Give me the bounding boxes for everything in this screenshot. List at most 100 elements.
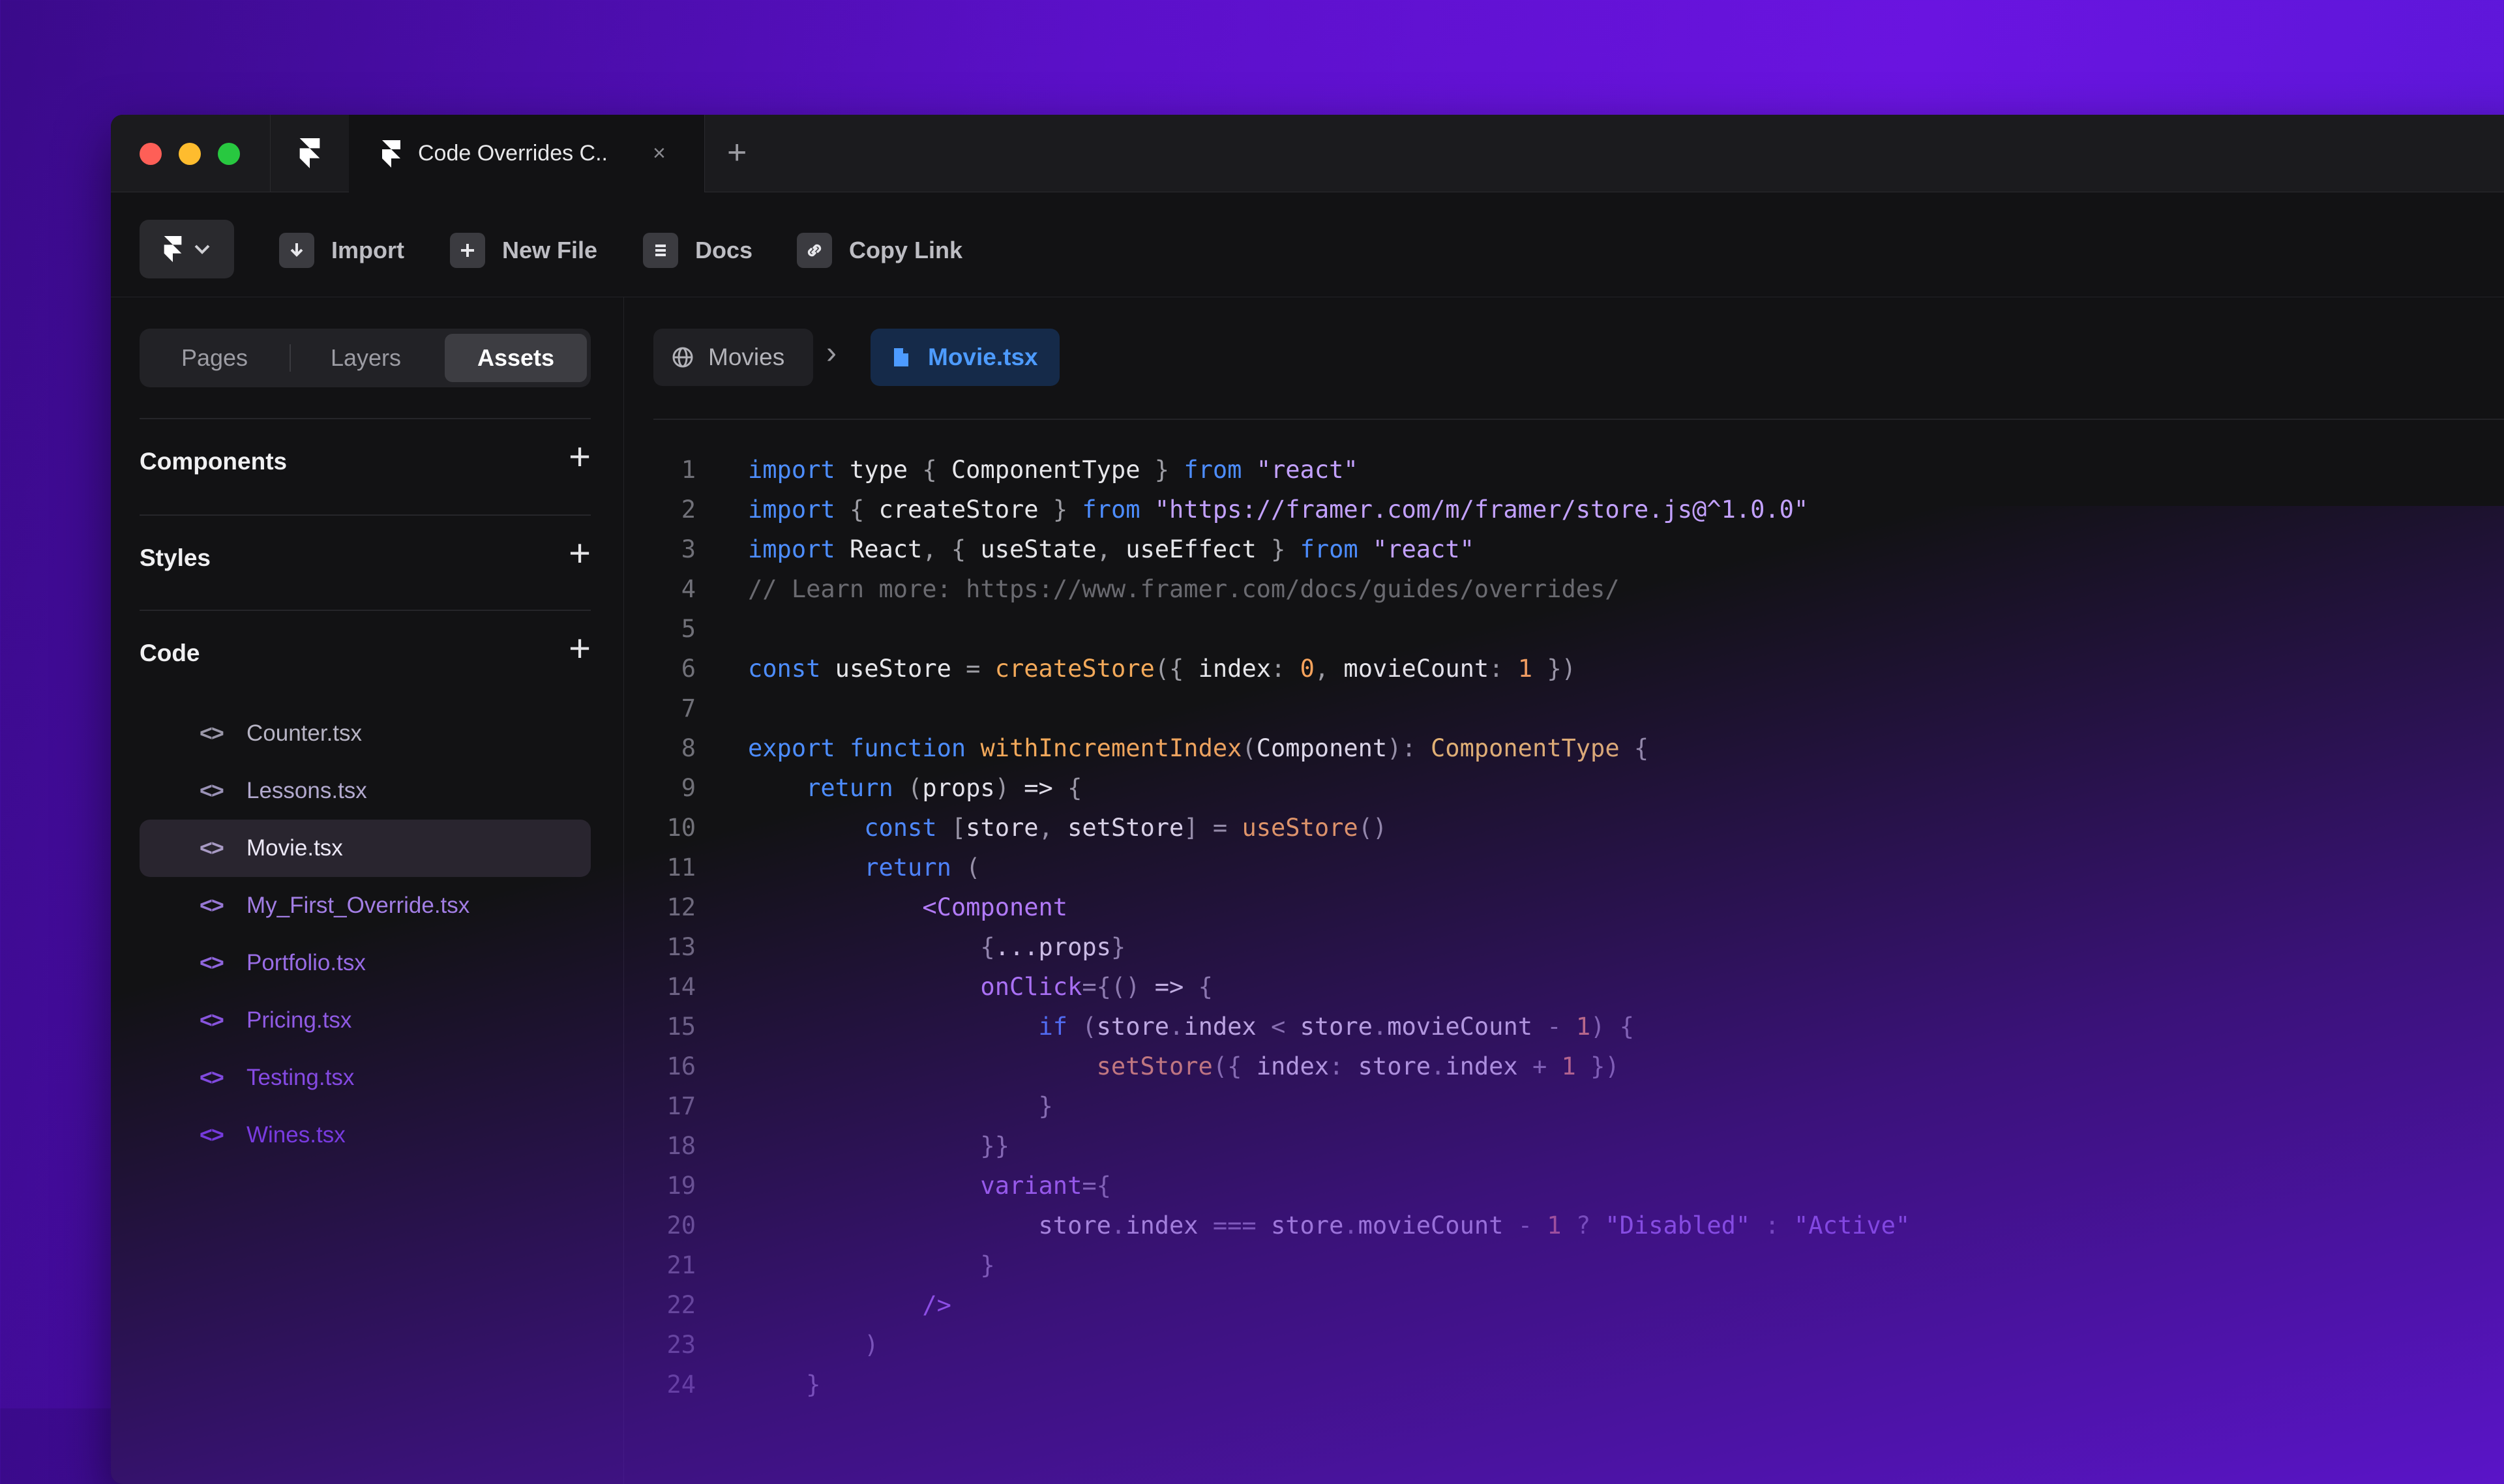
code-line: 19 variant={ <box>624 1166 1110 1206</box>
code-line: 18 }} <box>624 1126 1009 1166</box>
code-line: 22 /> <box>624 1285 951 1325</box>
file-item[interactable]: <> Counter.tsx <box>140 705 591 762</box>
breadcrumb-folder[interactable]: Movies <box>653 329 813 386</box>
breadcrumb-file-label: Movie.tsx <box>928 344 1038 370</box>
file-name: Portfolio.tsx <box>246 950 366 975</box>
docs-button[interactable]: Docs <box>643 233 753 268</box>
file-item[interactable]: <> Lessons.tsx <box>140 762 591 820</box>
plus-icon <box>450 233 485 268</box>
code-line: 9 return (props) => { <box>624 768 1082 808</box>
file-name: Counter.tsx <box>246 720 363 746</box>
new-tab-button[interactable]: + <box>727 133 747 172</box>
line-number: 11 <box>666 853 696 882</box>
code-line: 1 import type { ComponentType } from "rea… <box>624 450 1358 490</box>
components-section: Components + <box>140 418 591 516</box>
code-line: 4// Learn more: https://www.framer.com/d… <box>624 569 1620 609</box>
import-button[interactable]: Import <box>279 233 404 268</box>
maximize-window-button[interactable] <box>218 143 240 165</box>
copy-link-button[interactable]: Copy Link <box>797 233 962 268</box>
minimize-window-button[interactable] <box>179 143 201 165</box>
file-item[interactable]: <> Wines.tsx <box>140 1106 591 1164</box>
line-number: 24 <box>666 1371 696 1399</box>
code-line: 2 import { createStore } from "https://fr… <box>624 490 1808 529</box>
add-code-file-button[interactable]: + <box>569 629 591 668</box>
line-number: 13 <box>666 933 696 961</box>
code-line: 7 <box>624 689 748 728</box>
line-number: 19 <box>666 1172 696 1200</box>
code-line: 24 } <box>624 1365 820 1404</box>
panel-switcher: Pages Layers Assets <box>140 329 591 387</box>
file-item[interactable]: <> My_First_Override.tsx <box>140 877 591 934</box>
code-file-icon: <> <box>200 893 224 918</box>
file-name: Testing.tsx <box>246 1065 355 1090</box>
tab-layers[interactable]: Layers <box>291 329 441 387</box>
chevron-down-icon <box>194 245 209 254</box>
line-number: 8 <box>681 734 696 762</box>
copy-link-label: Copy Link <box>849 237 963 263</box>
line-number: 9 <box>681 774 696 802</box>
code-line: 6 const useStore = createStore({ index: 0… <box>624 649 1576 689</box>
tab-assets[interactable]: Assets <box>445 334 587 382</box>
code-line: 15 if (store.index < store.movieCount - … <box>624 1007 1634 1046</box>
docs-icon <box>643 233 678 268</box>
main-menu-button[interactable] <box>140 220 234 278</box>
globe-icon <box>672 347 693 368</box>
components-heading: Components <box>140 448 288 475</box>
tab-bar: Code Overrides C.. × + <box>111 115 2504 192</box>
line-number: 1 <box>681 456 696 484</box>
line-number: 7 <box>681 694 696 722</box>
breadcrumb-folder-label: Movies <box>708 344 785 370</box>
import-label: Import <box>331 237 404 263</box>
import-icon <box>279 233 314 268</box>
window-controls <box>140 143 240 165</box>
link-icon <box>797 233 832 268</box>
framer-logo-icon <box>164 236 181 262</box>
close-tab-icon[interactable]: × <box>653 141 666 166</box>
tab-code-overrides[interactable]: Code Overrides C.. × <box>349 115 705 192</box>
code-file-icon: <> <box>200 720 224 746</box>
framer-home-tab[interactable] <box>270 115 350 192</box>
code-file-icon: <> <box>200 1007 224 1033</box>
code-file-icon: <> <box>200 778 224 803</box>
app-window: Code Overrides C.. × + Import New File D… <box>111 115 2504 1484</box>
line-number: 23 <box>666 1331 696 1359</box>
line-number: 22 <box>666 1291 696 1319</box>
toolbar: Import New File Docs Copy Link <box>111 192 2504 297</box>
code-line: 5 <box>624 609 748 649</box>
styles-section: Styles + <box>140 514 591 611</box>
new-file-button[interactable]: New File <box>450 233 597 268</box>
code-line: 10 const [store, setStore] = useStore() <box>624 808 1387 848</box>
tab-pages[interactable]: Pages <box>140 329 290 387</box>
code-line: 3 import React, { useState, useEffect } f… <box>624 529 1474 569</box>
file-item[interactable]: <> Testing.tsx <box>140 1049 591 1106</box>
new-file-label: New File <box>502 237 598 263</box>
code-section: Code + <box>140 610 591 702</box>
line-number: 12 <box>666 893 696 921</box>
add-component-button[interactable]: + <box>569 438 591 477</box>
code-line: 20 store.index === store.movieCount - 1 … <box>624 1206 1910 1245</box>
line-number: 2 <box>681 496 696 524</box>
code-line: 13 {...props} <box>624 927 1125 967</box>
code-file-icon: <> <box>200 1122 224 1148</box>
line-number: 18 <box>666 1132 696 1160</box>
styles-heading: Styles <box>140 544 211 571</box>
docs-label: Docs <box>695 237 753 263</box>
line-number: 14 <box>666 973 696 1001</box>
code-line: 11 return ( <box>624 848 980 887</box>
file-item[interactable]: <> Pricing.tsx <box>140 992 591 1049</box>
code-editor: Movies › Movie.tsx 1 import type { Compon… <box>624 297 2504 1484</box>
chevron-right-icon: › <box>826 336 837 370</box>
add-style-button[interactable]: + <box>569 534 591 573</box>
breadcrumb-file[interactable]: Movie.tsx <box>871 329 1060 386</box>
file-item[interactable]: <> Portfolio.tsx <box>140 934 591 992</box>
file-name: Movie.tsx <box>246 835 343 861</box>
editor-divider <box>653 419 2504 420</box>
file-item-selected[interactable]: <> Movie.tsx <box>140 820 591 877</box>
code-file-icon: <> <box>200 1065 224 1090</box>
code-heading: Code <box>140 640 200 666</box>
code-line: 17 } <box>624 1086 1052 1126</box>
code-line: 8 export function withIncrementIndex(Comp… <box>624 728 1648 768</box>
code-line: 12 <Component <box>624 887 1067 927</box>
line-number: 4 <box>681 575 696 603</box>
close-window-button[interactable] <box>140 143 162 165</box>
